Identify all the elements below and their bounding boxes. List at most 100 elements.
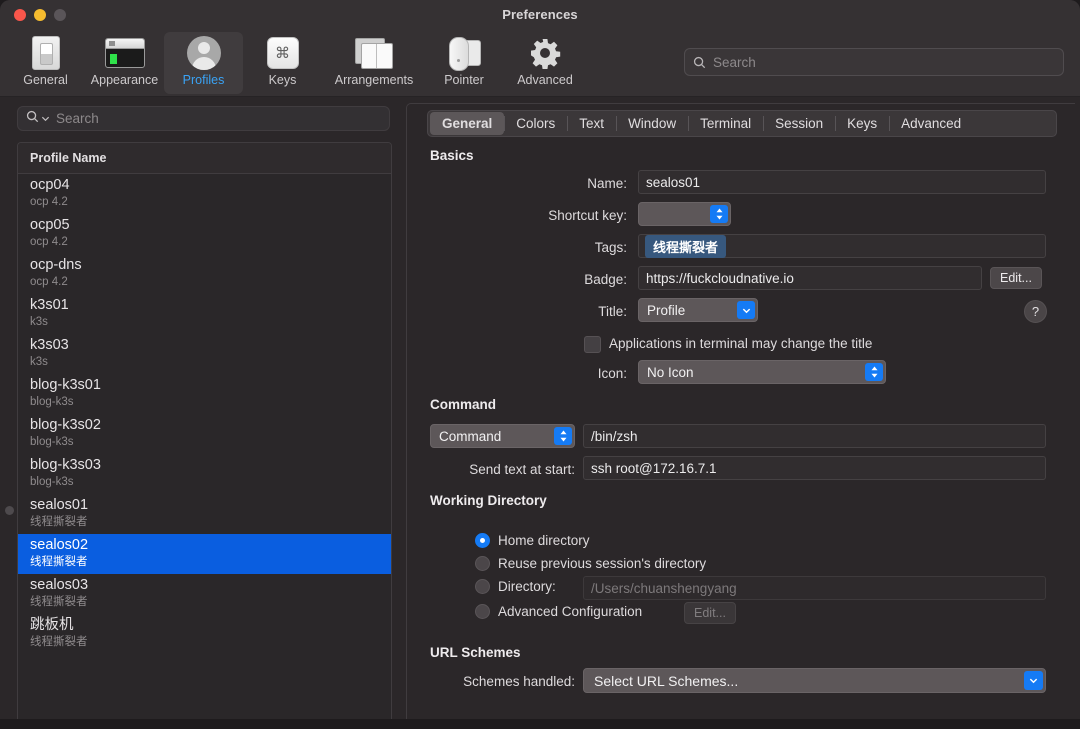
- toolbar-item-keys[interactable]: ⌘ Keys: [243, 32, 322, 94]
- radio-home-directory[interactable]: [475, 533, 490, 548]
- name-input[interactable]: sealos01: [638, 170, 1046, 194]
- stepper-arrows-icon: [710, 205, 728, 223]
- radio-directory[interactable]: [475, 579, 490, 594]
- label-icon: Icon:: [597, 366, 627, 381]
- profile-list-item[interactable]: sealos03 线程撕裂者: [18, 574, 391, 614]
- command-input[interactable]: /bin/zsh: [583, 424, 1046, 448]
- toolbar-label-advanced: Advanced: [517, 73, 573, 87]
- profile-name: k3s03: [30, 337, 69, 353]
- badge-input[interactable]: https://fuckcloudnative.io: [638, 266, 982, 290]
- label-schemes-handled: Schemes handled:: [463, 674, 575, 689]
- tab-keys[interactable]: Keys: [835, 112, 889, 135]
- radio-reuse-previous-directory[interactable]: [475, 556, 490, 571]
- chevron-down-icon: [1024, 671, 1043, 690]
- profile-list-item[interactable]: ocp04 ocp 4.2: [18, 174, 391, 214]
- section-heading-basics: Basics: [430, 148, 474, 163]
- toolbar-label-keys: Keys: [268, 73, 297, 87]
- send-text-input[interactable]: ssh root@172.16.7.1: [583, 456, 1046, 480]
- profile-list-item[interactable]: blog-k3s03 blog-k3s: [18, 454, 391, 494]
- profile-list-item[interactable]: blog-k3s02 blog-k3s: [18, 414, 391, 454]
- profile-list-item[interactable]: sealos01 线程撕裂者: [18, 494, 391, 534]
- profile-tag: k3s: [30, 316, 48, 328]
- toolbar-label-general: General: [23, 73, 68, 87]
- badge-edit-button[interactable]: Edit...: [990, 267, 1042, 289]
- window-titlebar: Preferences: [0, 0, 1080, 30]
- profile-list-item[interactable]: ocp-dns ocp 4.2: [18, 254, 391, 294]
- preferences-window: Preferences General Appearance Profiles …: [0, 0, 1080, 729]
- tab-text[interactable]: Text: [567, 112, 616, 135]
- profile-name: sealos01: [30, 497, 89, 513]
- schemes-handled-value: Select URL Schemes...: [594, 672, 739, 689]
- user-silhouette-icon: [186, 36, 221, 70]
- profile-list-item[interactable]: k3s03 k3s: [18, 334, 391, 374]
- profile-tag: ocp 4.2: [30, 276, 68, 288]
- toolbar-item-appearance[interactable]: Appearance: [85, 32, 164, 94]
- command-mode-value: Command: [439, 428, 502, 444]
- stepper-arrows-icon: [554, 427, 572, 445]
- toolbar-item-pointer[interactable]: Pointer: [426, 32, 502, 94]
- radio-label-home-directory: Home directory: [498, 533, 590, 548]
- profile-tag: 线程撕裂者: [30, 636, 88, 648]
- search-icon: [26, 110, 39, 128]
- toolbar-item-advanced[interactable]: Advanced: [502, 32, 588, 94]
- chevron-down-icon[interactable]: [41, 110, 50, 128]
- profile-name: 跳板机: [30, 617, 74, 633]
- window-bottom-edge: [0, 719, 1080, 729]
- tag-token[interactable]: 线程撕裂者: [645, 234, 727, 258]
- tab-window[interactable]: Window: [616, 112, 688, 135]
- profile-list-item[interactable]: 跳板机 线程撕裂者: [18, 614, 391, 654]
- scroll-indicator-dot[interactable]: [5, 506, 14, 515]
- toolbar-search-field[interactable]: Search: [684, 48, 1064, 76]
- toolbar-item-arrangements[interactable]: Arrangements: [322, 32, 426, 94]
- tab-general[interactable]: General: [430, 112, 505, 135]
- profile-tag: blog-k3s: [30, 396, 74, 408]
- tab-colors[interactable]: Colors: [504, 112, 567, 135]
- label-title: Title:: [598, 304, 627, 319]
- profile-tag: ocp 4.2: [30, 236, 68, 248]
- profile-tag: 线程撕裂者: [30, 556, 88, 568]
- command-mode-popup[interactable]: Command: [430, 424, 575, 448]
- profile-list-item[interactable]: k3s01 k3s: [18, 294, 391, 334]
- gear-icon: [529, 36, 561, 70]
- profile-list-item[interactable]: sealos02 线程撕裂者: [18, 534, 391, 574]
- profile-list-item[interactable]: blog-k3s01 blog-k3s: [18, 374, 391, 414]
- title-popup[interactable]: Profile: [638, 298, 758, 322]
- radio-advanced-configuration[interactable]: [475, 604, 490, 619]
- change-title-checkbox[interactable]: [584, 336, 601, 353]
- toolbar-item-general[interactable]: General: [6, 32, 85, 94]
- toolbar-label-pointer: Pointer: [444, 73, 484, 87]
- icon-popup[interactable]: No Icon: [638, 360, 886, 384]
- profile-tag: blog-k3s: [30, 476, 74, 488]
- window-title: Preferences: [502, 7, 578, 22]
- profile-name: ocp04: [30, 177, 70, 193]
- profile-name: blog-k3s02: [30, 417, 101, 433]
- profile-tag: 线程撕裂者: [30, 596, 88, 608]
- mouse-icon: [447, 36, 481, 71]
- chevron-down-icon: [737, 301, 755, 319]
- terminal-window-icon: [104, 36, 145, 70]
- tab-session[interactable]: Session: [763, 112, 835, 135]
- radio-label-reuse-previous-directory: Reuse previous session's directory: [498, 556, 707, 571]
- shortcut-key-popup[interactable]: [638, 202, 731, 226]
- tags-input[interactable]: 线程撕裂者: [638, 234, 1046, 258]
- directory-input[interactable]: /Users/chuanshengyang: [583, 576, 1046, 600]
- tab-advanced[interactable]: Advanced: [889, 112, 973, 135]
- column-header-profile-name: Profile Name: [30, 151, 107, 165]
- section-heading-url-schemes: URL Schemes: [430, 645, 521, 660]
- title-help-button[interactable]: ?: [1024, 300, 1047, 323]
- profile-list-item[interactable]: ocp05 ocp 4.2: [18, 214, 391, 254]
- profiles-list-header[interactable]: Profile Name: [18, 143, 391, 174]
- icon-value: No Icon: [647, 364, 694, 380]
- tab-terminal[interactable]: Terminal: [688, 112, 763, 135]
- stepper-arrows-icon: [865, 363, 883, 381]
- advanced-configuration-edit-button[interactable]: Edit...: [684, 602, 736, 624]
- profile-name: blog-k3s03: [30, 457, 101, 473]
- profiles-list: Profile Name ocp04 ocp 4.2 ocp05 ocp 4.2 ocp…: [17, 142, 392, 729]
- title-value: Profile: [647, 302, 686, 318]
- label-tags: Tags:: [594, 240, 627, 255]
- radio-label-directory: Directory:: [498, 579, 556, 594]
- profiles-sidebar: Search Profile Name ocp04 ocp 4.2 ocp05 ocp…: [0, 97, 400, 729]
- toolbar-item-profiles[interactable]: Profiles: [164, 32, 243, 94]
- schemes-handled-popup[interactable]: Select URL Schemes...: [583, 668, 1046, 693]
- sidebar-search-field[interactable]: Search: [17, 106, 390, 131]
